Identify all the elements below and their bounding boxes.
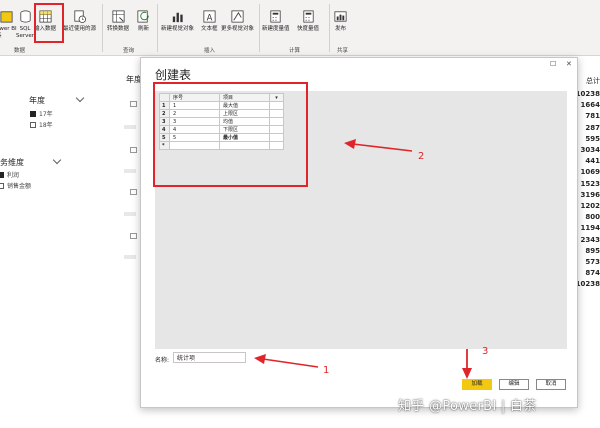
ribbon-button-powerbi-dataset[interactable]: ower BI 集 [0,3,17,40]
database-icon [19,10,31,23]
ribbon-label: 文本框 [201,26,218,32]
finance-slicer-item[interactable]: 利润 [0,170,19,179]
ribbon: ower BI 集 SQL Server 输入数据 最近使用的源 转换数据 刷新… [0,0,600,56]
ribbon-separator [102,4,103,52]
calculator-icon [270,10,281,23]
ribbon-button-textbox[interactable]: A 文本框 [201,3,218,33]
year-slicer-item[interactable]: 17年 [30,109,53,118]
name-label: 名称: [155,357,170,364]
expand-collapse-icon[interactable] [130,189,137,195]
ribbon-group-share: 共享 [337,48,349,54]
ribbon-button-transform-data[interactable]: 转换数据 [107,3,129,33]
annotation-highlight-enter-data [34,3,64,43]
ribbon-separator [157,4,158,52]
ribbon-group-insert: 插入 [204,48,216,54]
ribbon-group-data: 数据 [14,48,26,54]
ribbon-label: 更多视觉对象 [221,26,255,32]
table-name-input[interactable] [173,352,246,363]
ribbon-button-quick-measure[interactable]: 快度量值 [297,3,319,33]
ribbon-label: 转换数据 [107,26,130,32]
year-slicer-item[interactable]: 18年 [30,120,53,129]
clock-document-icon [74,10,86,23]
dataset-icon [0,11,13,23]
watermark: 知乎 @PowerBI | 白茶 [398,399,537,414]
year-slicer-title: 年度 [29,96,45,105]
matrix-row-stub [124,125,136,129]
ribbon-group-query: 查询 [123,48,135,54]
ribbon-button-new-visual[interactable]: 新建视觉对象 [161,3,194,33]
expand-collapse-icon[interactable] [130,233,137,239]
ribbon-label: 刷新 [137,26,149,32]
maximize-icon[interactable]: ☐ [550,60,556,68]
dialog-title: 创建表 [155,68,192,82]
checkbox-icon [30,111,36,117]
ribbon-button-publish[interactable]: 发布 [333,3,348,33]
create-table-dialog: 创建表 ☐ ✕ 序号 项目 ▾ 1 1 最大值 2 2 上限区 3 3 均值 4… [140,57,578,408]
ribbon-label: 最近使用的源 [63,26,97,32]
annotation-highlight-grid [153,82,308,187]
cancel-button[interactable]: 取消 [536,379,566,390]
transform-icon [112,10,124,23]
checkbox-icon [0,183,4,189]
close-icon[interactable]: ✕ [566,60,572,68]
matrix-row-stub [124,255,136,259]
chevron-down-icon[interactable] [52,155,62,165]
textbox-icon: A [203,10,216,23]
chevron-down-icon[interactable] [75,93,85,103]
matrix-row-stub [124,212,136,216]
annotation-number-3: 3 [482,346,489,357]
bar-chart-icon [172,12,183,23]
finance-slicer-title: 财务维度 [0,158,24,167]
expand-collapse-icon[interactable] [130,101,137,107]
ribbon-label: 快度量值 [297,26,320,32]
load-button[interactable]: 加载 [462,379,492,390]
publish-icon [334,11,347,22]
edit-button[interactable]: 编辑 [499,379,529,390]
expand-collapse-icon[interactable] [130,147,137,153]
ribbon-label: 新建度量值 [262,26,290,32]
ribbon-separator [259,4,260,52]
matrix-row-stub [124,169,136,173]
ribbon-label: SQL Server [16,26,35,39]
more-visuals-icon [231,10,244,23]
ribbon-button-more-visuals[interactable]: 更多视觉对象 [221,3,254,33]
ribbon-separator [329,4,330,52]
annotation-number-1: 1 [323,365,330,376]
finance-slicer-item[interactable]: 销售金额 [0,181,31,190]
ribbon-label: ower BI 集 [0,26,17,39]
annotation-number-2: 2 [418,151,425,162]
checkbox-icon [0,172,4,178]
ribbon-button-sql-server[interactable]: SQL Server [16,3,34,40]
ribbon-button-new-measure[interactable]: 新建度量值 [262,3,290,33]
ribbon-button-refresh[interactable]: 刷新 [136,3,151,33]
checkbox-icon [30,122,36,128]
ribbon-label: 发布 [334,26,346,32]
refresh-icon [137,10,149,23]
ribbon-group-calc: 计算 [289,48,301,54]
ribbon-button-recent-sources[interactable]: 最近使用的源 [63,3,96,33]
ribbon-label: 新建视觉对象 [161,26,195,32]
svg-text:A: A [206,12,212,22]
quick-calculator-icon [302,10,314,23]
